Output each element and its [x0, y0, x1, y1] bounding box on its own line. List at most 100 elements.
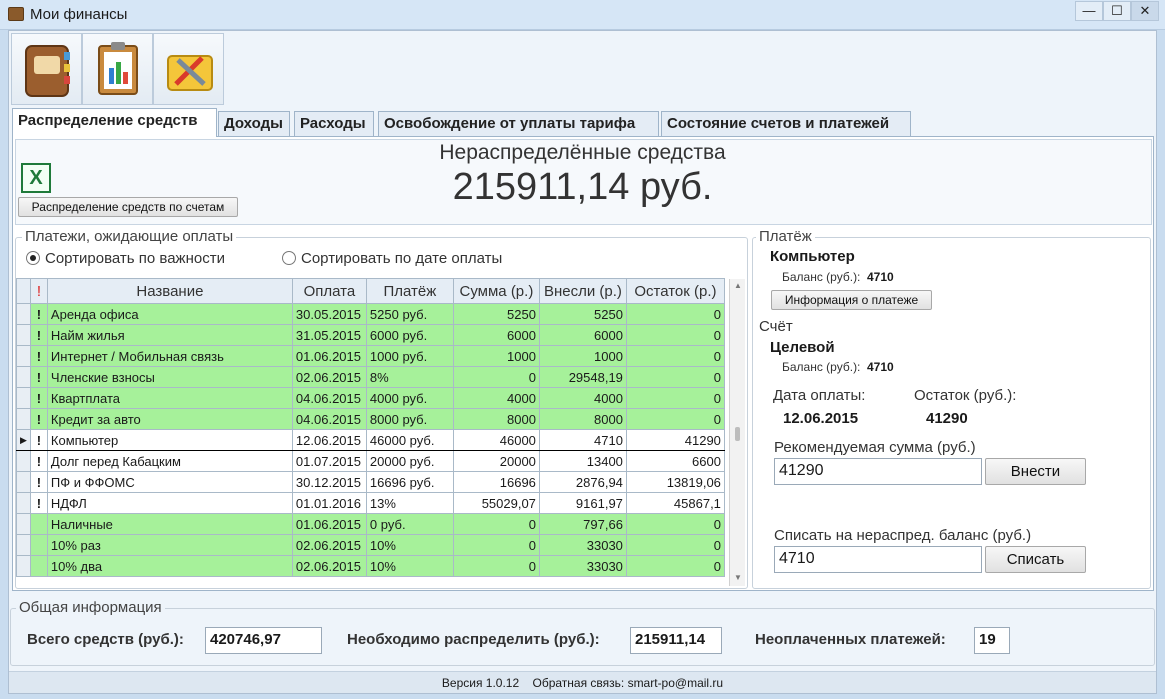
row-selector[interactable] [16, 387, 31, 409]
rest-cell[interactable]: 45867,1 [625, 492, 725, 514]
payment-cell[interactable]: 10% [365, 534, 454, 556]
table-row[interactable]: ! Аренда офиса 30.05.2015 5250 руб. 5250 5250… [16, 303, 725, 325]
date-cell[interactable]: 04.06.2015 [291, 387, 367, 409]
sort-importance-radio[interactable] [26, 251, 40, 265]
deposit-button[interactable]: Внести [985, 458, 1086, 485]
tab-income[interactable]: Доходы [218, 111, 290, 136]
date-cell[interactable]: 02.06.2015 [291, 366, 367, 388]
grid-scrollbar[interactable]: ▲ ▼ [729, 279, 745, 586]
row-selector[interactable] [16, 366, 31, 388]
row-selector[interactable] [16, 471, 31, 493]
sum-cell[interactable]: 0 [452, 513, 540, 535]
rest-cell[interactable]: 0 [625, 534, 725, 556]
sum-cell[interactable]: 20000 [452, 450, 540, 472]
payment-info-button[interactable]: Информация о платеже [771, 290, 932, 310]
paid-cell[interactable]: 33030 [538, 534, 627, 556]
writeoff-button[interactable]: Списать [985, 546, 1086, 573]
date-cell[interactable]: 30.05.2015 [291, 303, 367, 325]
recommended-sum-input[interactable]: 41290 [774, 458, 982, 485]
rest-cell[interactable]: 0 [625, 513, 725, 535]
row-selector[interactable] [16, 345, 31, 367]
payment-cell[interactable]: 13% [365, 492, 454, 514]
date-cell[interactable]: 01.01.2016 [291, 492, 367, 514]
maximize-button[interactable]: ☐ [1103, 1, 1131, 21]
paid-cell[interactable]: 4710 [538, 429, 627, 451]
paid-cell[interactable]: 4000 [538, 387, 627, 409]
sum-cell[interactable]: 8000 [452, 408, 540, 430]
column-header-paid[interactable]: Внесли (р.) [538, 278, 627, 304]
row-selector[interactable] [16, 513, 31, 535]
payment-cell[interactable]: 16696 руб. [365, 471, 454, 493]
row-selector[interactable] [16, 303, 31, 325]
table-row[interactable]: ! Членские взносы 02.06.2015 8% 0 29548,19 0 [16, 366, 725, 388]
table-row[interactable]: ! Квартплата 04.06.2015 4000 руб. 4000 4000 0 [16, 387, 725, 409]
table-row[interactable]: Наличные 01.06.2015 0 руб. 0 797,66 0 [16, 513, 725, 535]
scroll-up-icon[interactable]: ▲ [734, 281, 742, 290]
column-header-date[interactable]: Оплата [291, 278, 367, 304]
importance-cell[interactable]: ! [29, 387, 48, 409]
paid-cell[interactable]: 797,66 [538, 513, 627, 535]
table-row[interactable]: ! НДФЛ 01.01.2016 13% 55029,07 9161,97 45867,1 [16, 492, 725, 514]
paid-cell[interactable]: 6000 [538, 324, 627, 346]
payment-cell[interactable]: 0 руб. [365, 513, 454, 535]
table-row[interactable]: 10% раз 02.06.2015 10% 0 33030 0 [16, 534, 725, 556]
scroll-thumb[interactable] [735, 427, 740, 441]
sum-cell[interactable]: 0 [452, 555, 540, 577]
toolbar-settings-button[interactable] [153, 33, 224, 105]
rest-cell[interactable]: 41290 [625, 429, 725, 451]
importance-cell[interactable] [29, 513, 48, 535]
row-selector[interactable]: ▶ [16, 429, 31, 451]
payment-cell[interactable]: 8% [365, 366, 454, 388]
paid-cell[interactable]: 1000 [538, 345, 627, 367]
paid-cell[interactable]: 5250 [538, 303, 627, 325]
payment-cell[interactable]: 10% [365, 555, 454, 577]
paid-cell[interactable]: 2876,94 [538, 471, 627, 493]
name-cell[interactable]: Интернет / Мобильная связь [46, 345, 293, 367]
table-row[interactable]: 10% два 02.06.2015 10% 0 33030 0 [16, 555, 725, 577]
importance-cell[interactable]: ! [29, 492, 48, 514]
excel-export-icon[interactable]: X [21, 163, 51, 193]
name-cell[interactable]: НДФЛ [46, 492, 293, 514]
date-cell[interactable]: 01.07.2015 [291, 450, 367, 472]
row-selector[interactable] [16, 324, 31, 346]
rest-cell[interactable]: 0 [625, 324, 725, 346]
importance-cell[interactable]: ! [29, 324, 48, 346]
name-cell[interactable]: Наличные [46, 513, 293, 535]
payment-cell[interactable]: 4000 руб. [365, 387, 454, 409]
date-cell[interactable]: 31.05.2015 [291, 324, 367, 346]
name-cell[interactable]: Членские взносы [46, 366, 293, 388]
toolbar-accounts-button[interactable] [11, 33, 82, 105]
column-header-sum[interactable]: Сумма (р.) [452, 278, 540, 304]
sort-importance-label[interactable]: Сортировать по важности [45, 250, 225, 267]
row-selector[interactable] [16, 450, 31, 472]
paid-cell[interactable]: 9161,97 [538, 492, 627, 514]
row-selector[interactable] [16, 408, 31, 430]
column-header-rest[interactable]: Остаток (р.) [625, 278, 725, 304]
rest-cell[interactable]: 6600 [625, 450, 725, 472]
distribute-button[interactable]: Распределение средств по счетам [18, 197, 238, 217]
tab-tariff-exemption[interactable]: Освобождение от уплаты тарифа [378, 111, 659, 136]
payment-cell[interactable]: 6000 руб. [365, 324, 454, 346]
name-cell[interactable]: Компьютер [46, 429, 293, 451]
importance-cell[interactable]: ! [29, 408, 48, 430]
table-row[interactable]: ! ПФ и ФФОМС 30.12.2015 16696 руб. 16696 2876… [16, 471, 725, 493]
paid-cell[interactable]: 13400 [538, 450, 627, 472]
sum-cell[interactable]: 1000 [452, 345, 540, 367]
rest-cell[interactable]: 0 [625, 303, 725, 325]
close-button[interactable]: ✕ [1131, 1, 1159, 21]
name-cell[interactable]: 10% два [46, 555, 293, 577]
date-cell[interactable]: 02.06.2015 [291, 534, 367, 556]
minimize-button[interactable]: — [1075, 1, 1103, 21]
sum-cell[interactable]: 55029,07 [452, 492, 540, 514]
date-cell[interactable]: 04.06.2015 [291, 408, 367, 430]
table-row[interactable]: ! Кредит за авто 04.06.2015 8000 руб. 8000 80… [16, 408, 725, 430]
importance-cell[interactable]: ! [29, 471, 48, 493]
payment-cell[interactable]: 20000 руб. [365, 450, 454, 472]
scroll-down-icon[interactable]: ▼ [734, 573, 742, 582]
sum-cell[interactable]: 46000 [452, 429, 540, 451]
date-cell[interactable]: 12.06.2015 [291, 429, 367, 451]
name-cell[interactable]: Аренда офиса [46, 303, 293, 325]
table-row[interactable]: ! Долг перед Кабацким 01.07.2015 20000 руб.… [16, 450, 725, 472]
rest-cell[interactable]: 0 [625, 387, 725, 409]
column-header-name[interactable]: Название [46, 278, 293, 304]
